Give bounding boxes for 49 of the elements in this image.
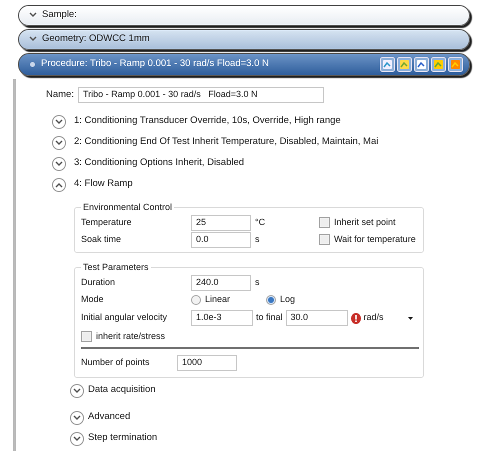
field-label: Number of points <box>81 356 151 370</box>
expand-toggle[interactable] <box>52 114 66 128</box>
expand-toggle[interactable] <box>52 156 66 170</box>
input-field[interactable]: 0.0 <box>191 232 251 248</box>
unit-label: °C <box>255 216 266 229</box>
to-label: to final <box>256 311 283 324</box>
input-field[interactable]: 1.0e-3 <box>191 310 253 326</box>
expand-toggle[interactable] <box>52 178 66 192</box>
header-label: Sample: <box>42 8 77 22</box>
input-field[interactable]: 25 <box>191 214 251 230</box>
name-field[interactable]: Tribo - Ramp 0.001 - 30 rad/s Fload=3.0 N <box>78 87 324 103</box>
checkbox-label: Wait for temperature <box>334 232 416 246</box>
section-label: Data acquisition <box>88 383 156 398</box>
input-field[interactable]: 1000 <box>177 355 237 371</box>
checkbox-label: Inherit set point <box>334 216 396 229</box>
field-label: Temperature <box>81 216 133 229</box>
field-label: Initial angular velocity <box>81 311 168 324</box>
dropdown-arrow-icon[interactable] <box>408 316 413 320</box>
step-label: 2: Conditioning End Of Test Inherit Temperature, Disabled, Maintain, Mai <box>74 135 378 150</box>
step-label: 4: Flow Ramp <box>74 177 133 192</box>
header-label: Procedure: Tribo - Ramp 0.001 - 30 rad/s Fload=3.0 N <box>41 57 269 72</box>
radio-option[interactable]: Log <box>266 292 341 306</box>
checkbox-label: inherit rate/stress <box>96 330 166 343</box>
radio-option[interactable]: Linear <box>191 292 266 306</box>
field-label: Mode <box>81 292 105 306</box>
unit-label: s <box>255 276 260 289</box>
unit-label: rad/s <box>364 311 384 324</box>
checkbox[interactable] <box>319 234 330 245</box>
field-label: Duration <box>81 276 116 289</box>
expand-toggle[interactable] <box>70 410 84 424</box>
header-label: Geometry: ODWCC 1mm <box>42 32 150 46</box>
checkbox[interactable] <box>81 331 92 342</box>
input-field[interactable]: 240.0 <box>191 274 251 290</box>
section-header[interactable]: Procedure: Tribo - Ramp 0.001 - 30 rad/s Fload=3.0 N <box>18 53 470 76</box>
unit-label: s <box>255 232 260 246</box>
section-header[interactable]: Sample: <box>18 5 470 26</box>
step-label: 3: Conditioning Options Inherit, Disabled <box>74 156 244 170</box>
section-label: Advanced <box>88 410 130 424</box>
input-field[interactable]: 30.0 <box>286 310 348 326</box>
step-label: 1: Conditioning Transducer Override, 10s, Override, High range <box>74 114 341 128</box>
section-header[interactable]: Geometry: ODWCC 1mm <box>18 29 470 50</box>
section-label: Step termination <box>88 431 158 446</box>
radio-dot-icon <box>268 296 274 302</box>
name-label: Name: <box>46 88 74 102</box>
expand-toggle[interactable] <box>70 384 84 398</box>
expand-toggle[interactable] <box>52 136 66 150</box>
field-label: Soak time <box>81 232 122 246</box>
expand-toggle[interactable] <box>70 432 84 446</box>
checkbox[interactable] <box>319 217 330 228</box>
